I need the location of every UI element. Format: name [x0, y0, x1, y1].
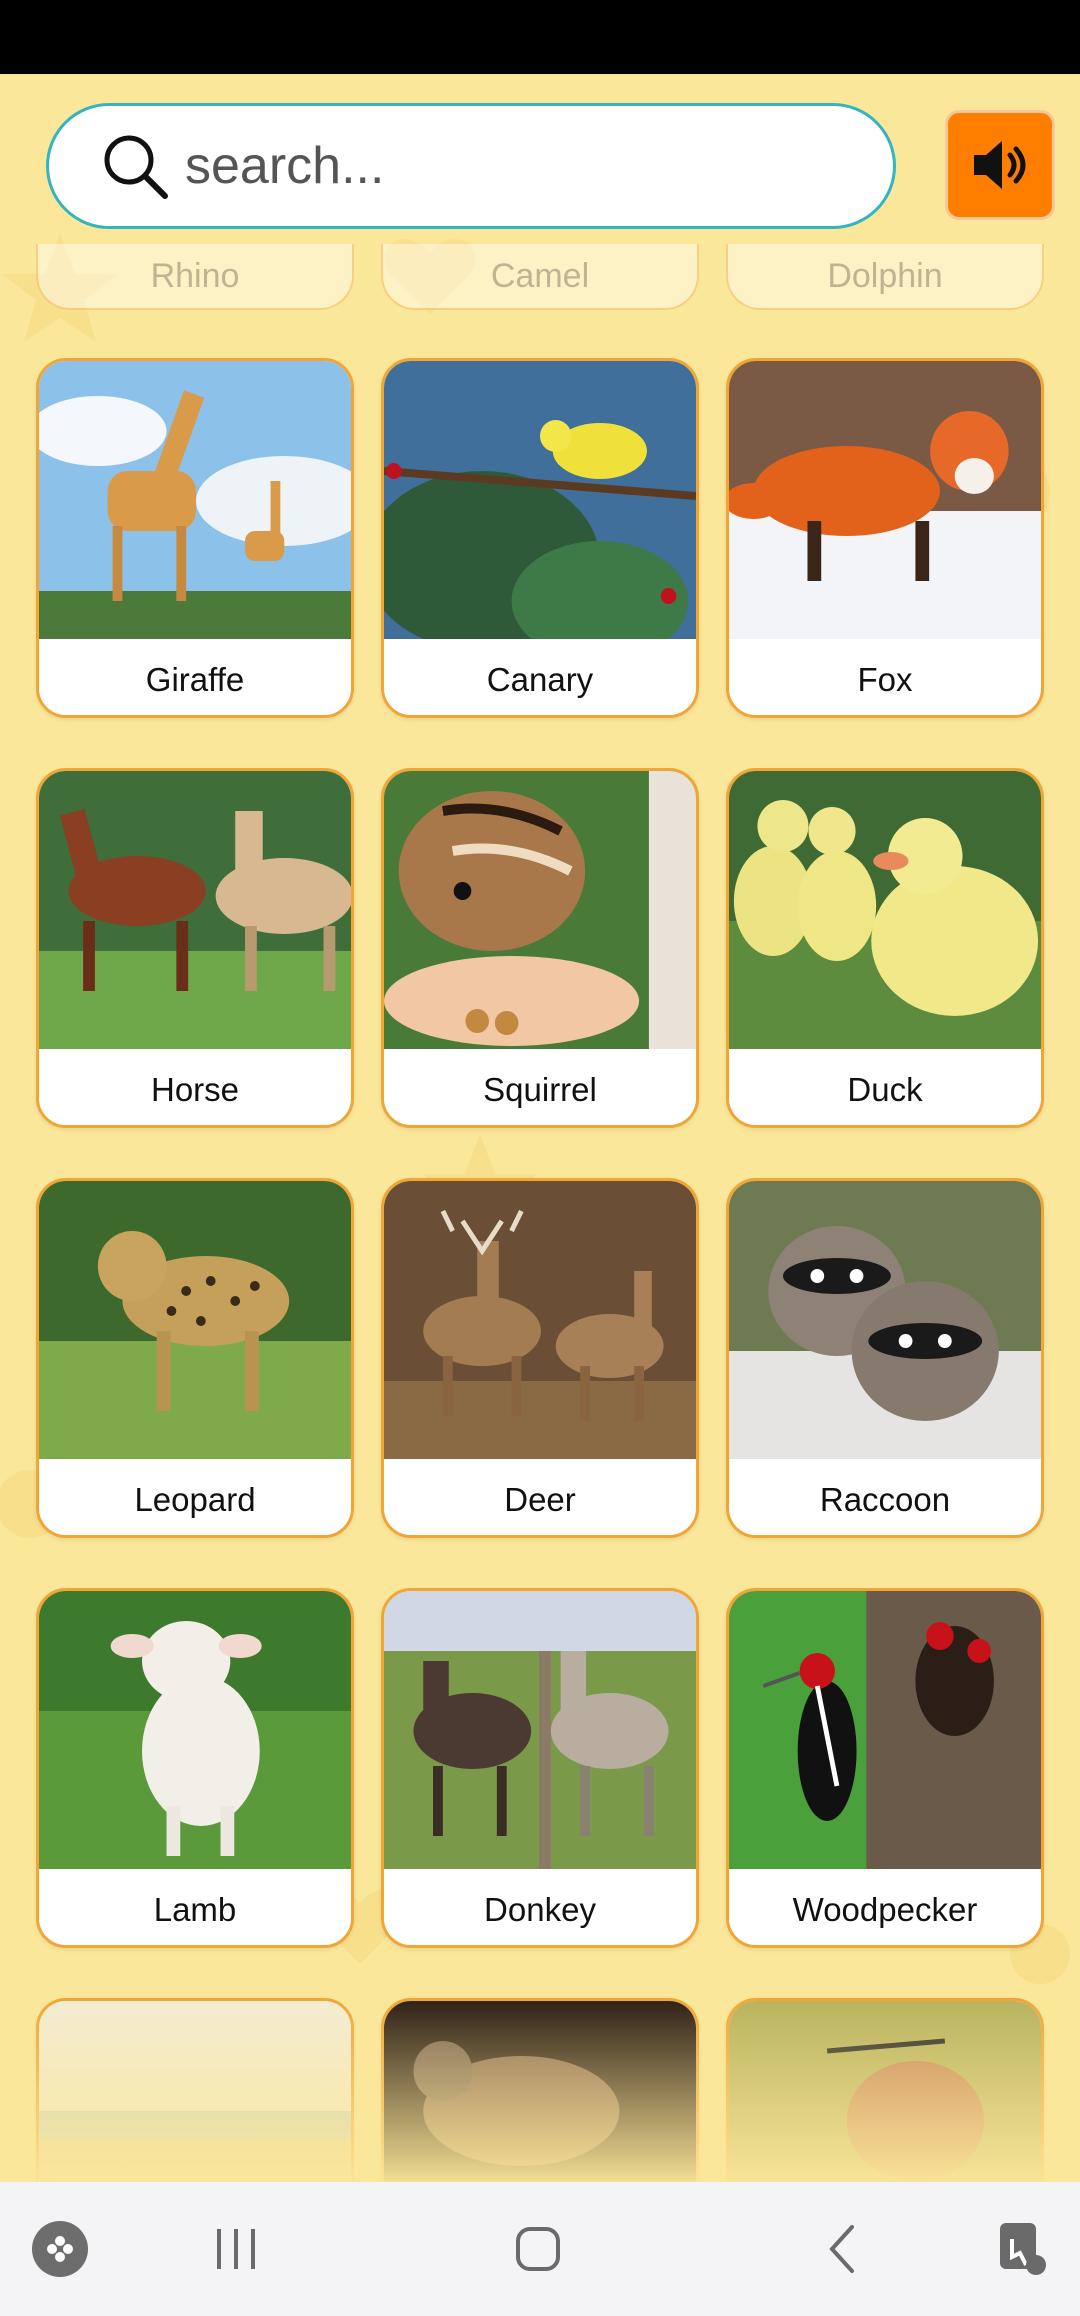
donkey-photo [384, 1591, 696, 1869]
raccoon-photo [729, 1181, 1041, 1459]
partial-card[interactable]: Dolphin [726, 244, 1044, 310]
search-input[interactable] [185, 136, 865, 196]
canary-photo [384, 361, 696, 639]
animal-card-woodpecker[interactable]: Woodpecker [726, 1588, 1044, 1948]
animal-card-raccoon[interactable]: Raccoon [726, 1178, 1044, 1538]
game-launcher-icon [32, 2221, 88, 2277]
game-launcher-button[interactable] [18, 2182, 102, 2316]
search-icon [104, 135, 168, 199]
animal-label: Woodpecker [729, 1869, 1041, 1945]
animal-label: Giraffe [39, 639, 351, 715]
animal-card-fox[interactable]: Fox [726, 358, 1044, 718]
animal-card-deer[interactable]: Deer [381, 1178, 699, 1538]
sound-button[interactable] [945, 110, 1055, 220]
animal-label: Donkey [384, 1869, 696, 1945]
back-icon [829, 2225, 854, 2273]
partial-top-row: Rhino Camel Dolphin [0, 244, 1080, 312]
partial-card-label: Rhino [150, 257, 240, 295]
fox-photo [729, 361, 1041, 639]
recent-apps-button[interactable] [196, 2182, 276, 2316]
horse-photo [39, 771, 351, 1049]
animal-label: Deer [384, 1459, 696, 1535]
screen-touch-icon [1000, 2223, 1046, 2275]
animal-card-canary[interactable]: Canary [381, 358, 699, 718]
animal-label: Fox [729, 639, 1041, 715]
squirrel-photo [384, 771, 696, 1049]
animal-card-leopard[interactable]: Leopard [36, 1178, 354, 1538]
partial-card-label: Dolphin [827, 257, 943, 295]
scroll-fade [0, 1995, 1080, 2182]
animal-card-lamb[interactable]: Lamb [36, 1588, 354, 1948]
home-icon [516, 2227, 560, 2271]
home-button[interactable] [498, 2182, 578, 2316]
animal-card-duck[interactable]: Duck [726, 768, 1044, 1128]
animal-label: Leopard [39, 1459, 351, 1535]
woodpecker-photo [729, 1591, 1041, 1869]
animal-card-squirrel[interactable]: Squirrel [381, 768, 699, 1128]
partial-card[interactable]: Rhino [36, 244, 354, 310]
animal-card-giraffe[interactable]: Giraffe [36, 358, 354, 718]
giraffe-photo [39, 361, 351, 639]
deer-photo [384, 1181, 696, 1459]
status-bar [0, 0, 1080, 74]
animal-label: Horse [39, 1049, 351, 1125]
speaker-icon [974, 141, 1026, 189]
animal-label: Duck [729, 1049, 1041, 1125]
animal-label: Raccoon [729, 1459, 1041, 1535]
duck-photo [729, 771, 1041, 1049]
partial-card-label: Camel [490, 257, 590, 295]
partial-card[interactable]: Camel [381, 244, 699, 310]
search-bar[interactable] [46, 103, 896, 229]
lamb-photo [39, 1591, 351, 1869]
back-button[interactable] [802, 2182, 882, 2316]
system-nav-bar [0, 2182, 1080, 2316]
animal-card-horse[interactable]: Horse [36, 768, 354, 1128]
recent-apps-icon [217, 2229, 255, 2269]
screen-touch-button[interactable] [980, 2182, 1060, 2316]
animal-label: Canary [384, 639, 696, 715]
animal-label: Lamb [39, 1869, 351, 1945]
animal-card-donkey[interactable]: Donkey [381, 1588, 699, 1948]
leopard-photo [39, 1181, 351, 1459]
animal-label: Squirrel [384, 1049, 696, 1125]
